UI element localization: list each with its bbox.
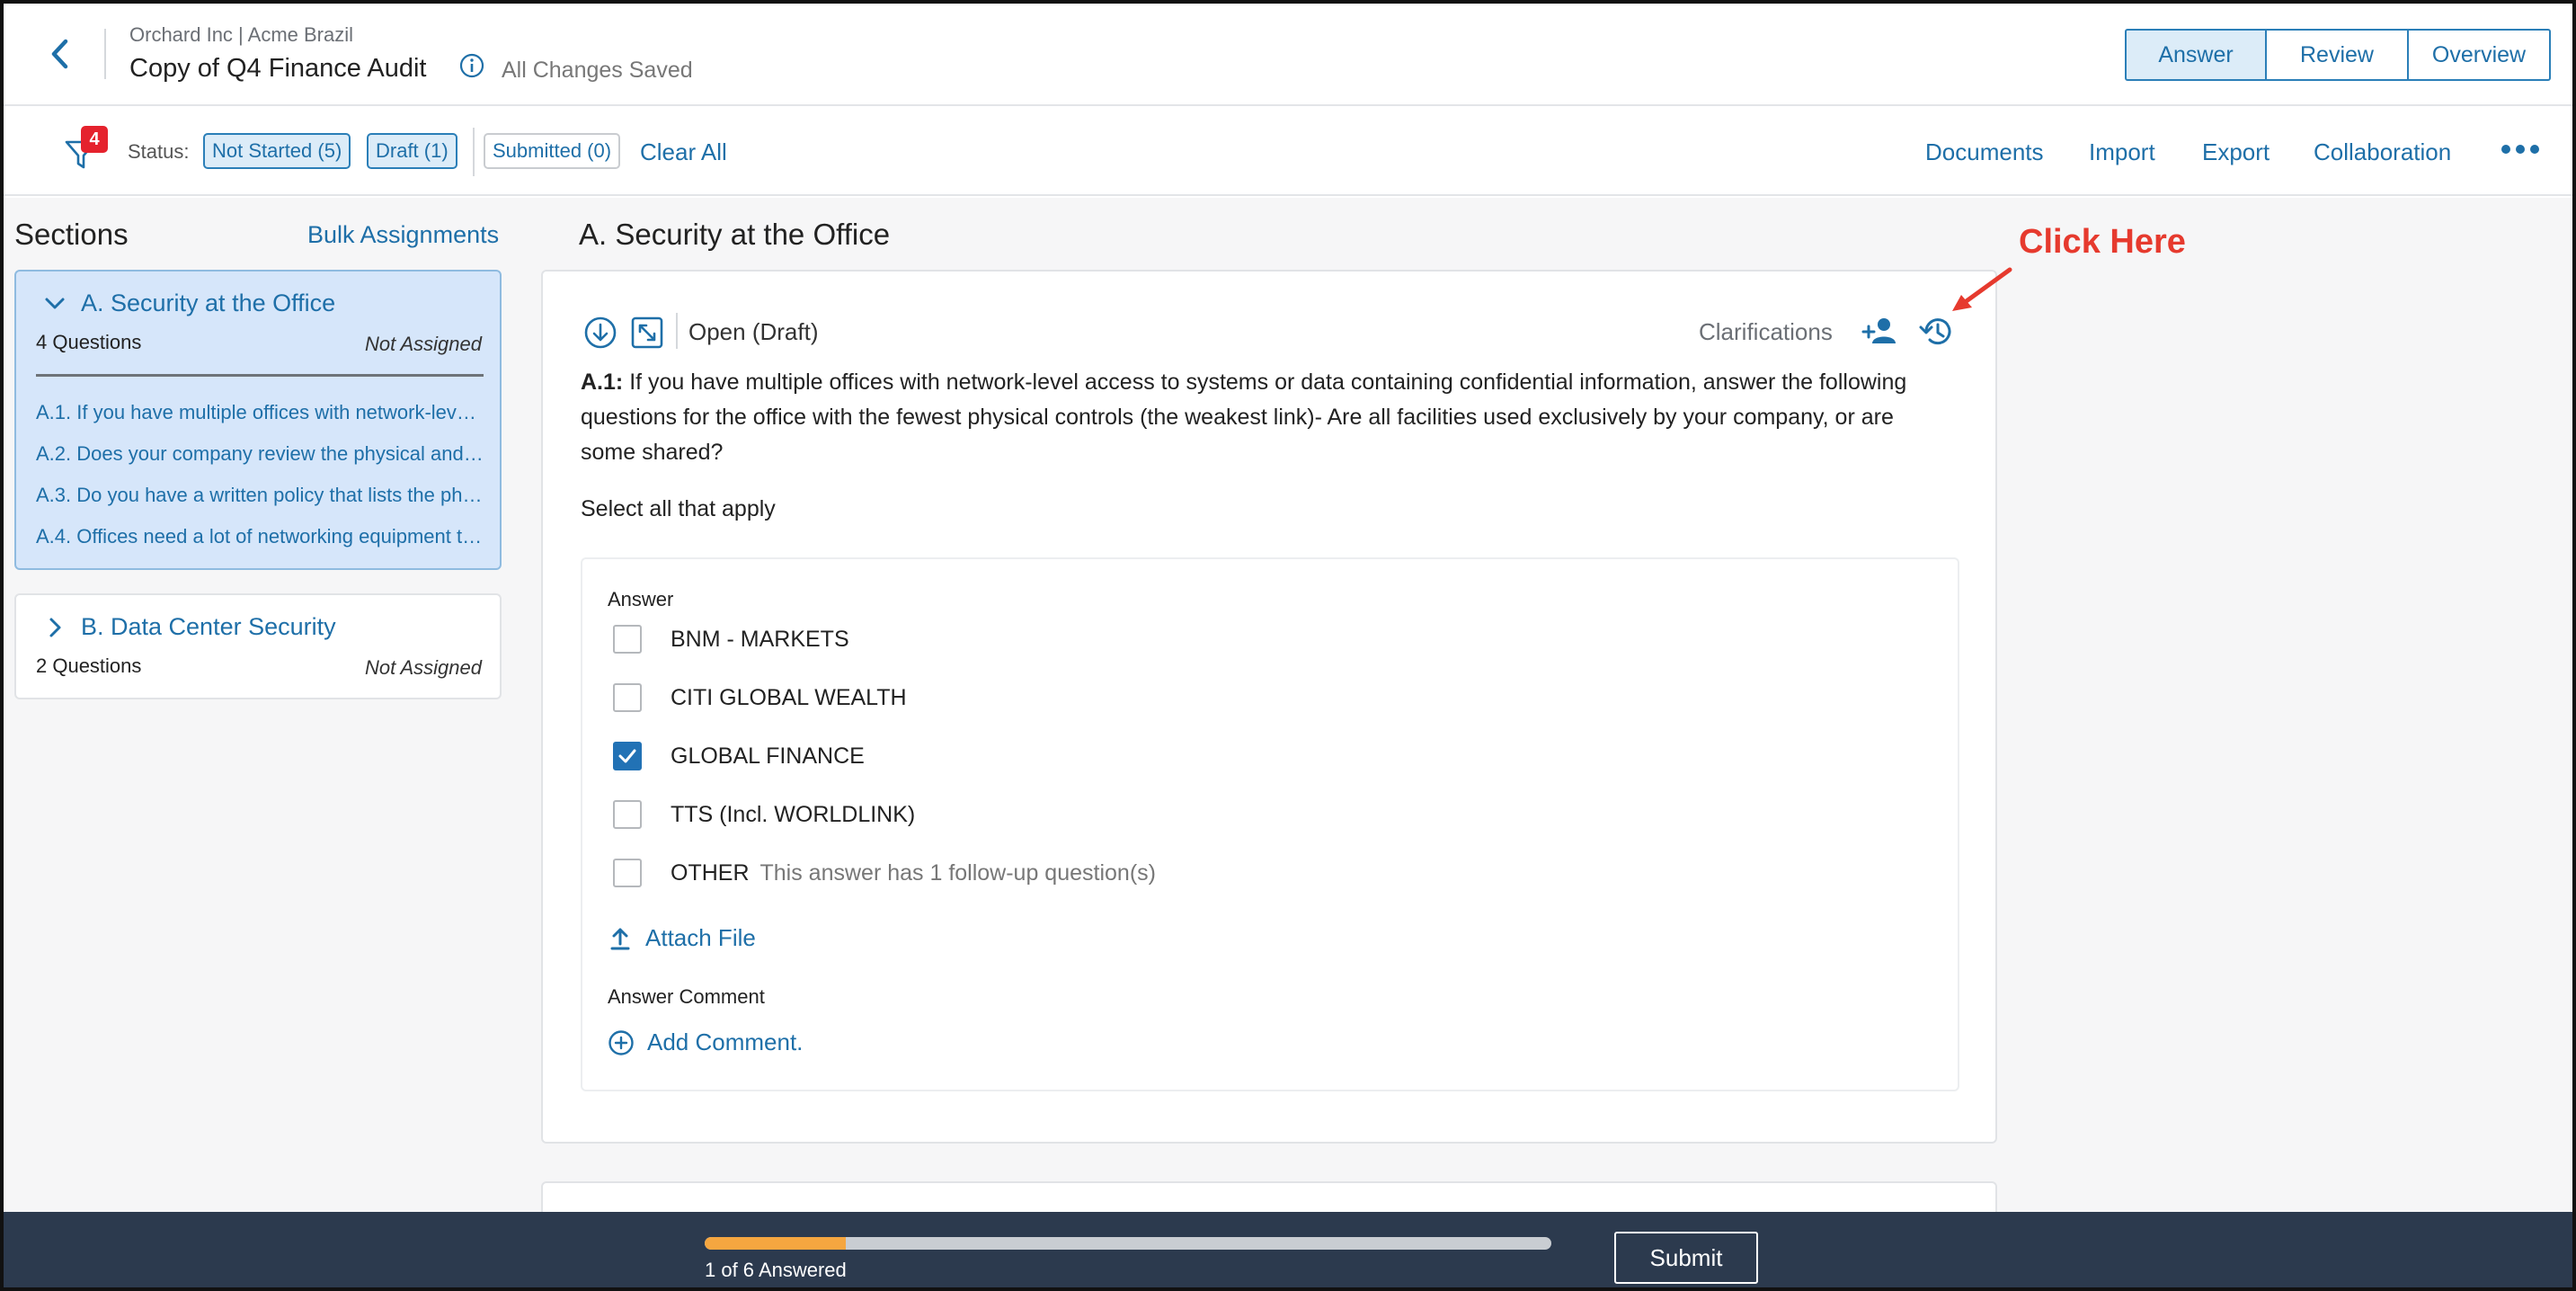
section-a-assignment: Not Assigned [364,333,482,355]
info-icon[interactable] [458,52,485,79]
section-a-question-count: 4 Questions [36,331,142,353]
option-global-finance[interactable]: GLOBAL FINANCE [613,741,865,771]
question-link-a2[interactable]: A.2. Does your company review the physic… [36,442,485,466]
upload-icon [610,928,630,949]
follow-up-note: This answer has 1 follow-up question(s) [759,859,1156,886]
annotation-arrow-icon [1952,267,2012,311]
plus-circle-icon [608,1029,634,1055]
header-divider [104,29,106,79]
checkbox[interactable] [613,859,642,887]
chip-draft[interactable]: Draft (1) [367,133,457,169]
expand-icon[interactable] [629,315,665,351]
question-link-a1[interactable]: A.1. If you have multiple offices with n… [36,401,485,424]
top-header: Orchard Inc | Acme Brazil Copy of Q4 Fin… [4,4,2572,106]
attach-file-label: Attach File [645,924,756,951]
progress-label: 1 of 6 Answered [705,1259,847,1281]
filter-toolbar: 4 Status: Not Started (5) Draft (1) Subm… [4,106,2572,196]
section-card-b[interactable]: B. Data Center Security 2 Questions Not … [14,593,502,699]
question-status: Open (Draft) [688,318,819,345]
sections-heading: Sections [14,218,129,251]
answer-comment-label: Answer Comment [608,985,765,1008]
documents-link[interactable]: Documents [1925,138,2044,166]
submit-button[interactable]: Submit [1614,1232,1758,1284]
progress-fill [705,1237,847,1250]
section-card-a[interactable]: A. Security at the Office 4 Questions No… [14,270,502,570]
status-label: Status: [128,140,190,163]
option-tts[interactable]: TTS (Incl. WORLDLINK) [613,799,915,830]
option-citi-global-wealth[interactable]: CITI GLOBAL WEALTH [613,682,907,713]
question-link-a3[interactable]: A.3. Do you have a written policy that l… [36,484,485,507]
section-divider [36,374,484,377]
clear-all-link[interactable]: Clear All [640,138,727,166]
import-link[interactable]: Import [2089,138,2155,166]
option-label: CITI GLOBAL WEALTH [671,684,907,710]
option-bnm-markets[interactable]: BNM - MARKETS [613,624,849,654]
section-a-header[interactable]: A. Security at the Office [43,289,335,317]
section-b-question-count: 2 Questions [36,654,142,677]
chip-submitted[interactable]: Submitted (0) [484,133,621,169]
section-b-assignment: Not Assigned [364,656,482,679]
back-arrow-icon[interactable] [43,36,79,72]
question-text: A.1: If you have multiple offices with n… [581,365,1947,470]
app-window: Orchard Inc | Acme Brazil Copy of Q4 Fin… [0,0,2576,1291]
page-title: Copy of Q4 Finance Audit [129,54,427,83]
progress-bar [705,1237,1551,1250]
section-b-name: B. Data Center Security [81,613,336,640]
chip-not-started[interactable]: Not Started (5) [203,133,351,169]
filter-count-badge: 4 [81,126,108,153]
question-instruction: Select all that apply [581,496,776,521]
checkbox[interactable] [613,800,642,829]
current-section-title: A. Security at the Office [579,218,891,251]
more-options-icon[interactable] [2500,140,2540,158]
collaboration-link[interactable]: Collaboration [2314,138,2451,166]
bulk-assignments-link[interactable]: Bulk Assignments [307,221,499,249]
question-toolbar-divider [676,313,678,349]
question-card: Open (Draft) Clarifications A.1: If you … [541,270,1997,1144]
question-body: If you have multiple offices with networ… [581,369,1907,465]
section-b-header[interactable]: B. Data Center Security [43,613,336,641]
answer-label: Answer [608,588,674,610]
add-person-icon[interactable] [1861,313,1900,349]
add-comment-label: Add Comment. [647,1028,804,1055]
question-link-a4[interactable]: A.4. Offices need a lot of networking eq… [36,525,485,548]
checkbox[interactable] [613,625,642,654]
chevron-right-icon[interactable] [43,616,67,639]
toolbar-divider [473,128,475,176]
export-link[interactable]: Export [2202,138,2270,166]
checkmark-icon [618,749,636,763]
tab-answer[interactable]: Answer [2125,29,2267,81]
section-a-name: A. Security at the Office [81,289,336,316]
option-label: TTS (Incl. WORLDLINK) [671,801,916,827]
tab-overview[interactable]: Overview [2407,29,2551,81]
answer-panel: Answer BNM - MARKETS CITI GLOBAL WEALTH … [581,557,1959,1091]
click-here-annotation: Click Here [2019,223,2186,261]
clarifications-label[interactable]: Clarifications [1699,318,1833,346]
chevron-down-icon[interactable] [43,292,67,316]
attach-file-button[interactable]: Attach File [609,924,756,952]
question-id: A.1: [581,369,624,395]
tab-review[interactable]: Review [2265,29,2409,81]
option-label: OTHER [671,859,750,886]
view-tabs: Answer Review Overview [2125,29,2551,81]
breadcrumb: Orchard Inc | Acme Brazil [129,23,354,46]
download-icon[interactable] [582,315,618,351]
add-comment-button[interactable]: Add Comment. [608,1028,803,1056]
option-other[interactable]: OTHER This answer has 1 follow-up questi… [613,858,1156,888]
footer-bar: 1 of 6 Answered Submit [4,1212,2572,1287]
option-label: GLOBAL FINANCE [671,743,865,769]
save-status: All Changes Saved [502,58,693,83]
checkbox[interactable] [613,683,642,712]
history-icon[interactable] [1918,313,1956,351]
option-label: BNM - MARKETS [671,626,849,652]
checkbox-checked[interactable] [613,742,642,770]
